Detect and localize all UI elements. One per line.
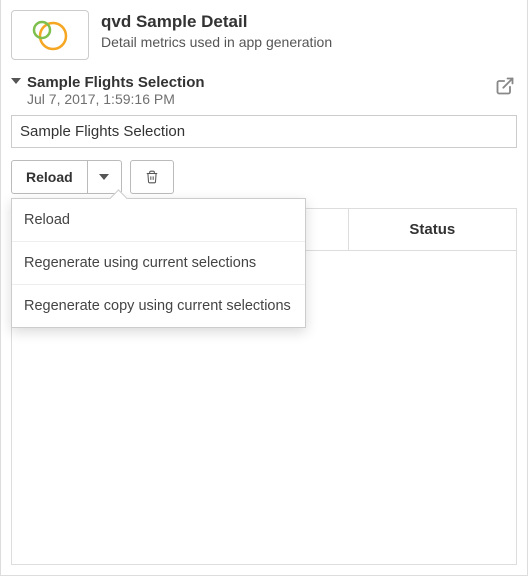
selection-title: Sample Flights Selection — [27, 74, 205, 91]
reload-button[interactable]: Reload — [11, 160, 88, 194]
reload-button-group: Reload — [11, 160, 122, 194]
app-subtitle: Detail metrics used in app generation — [101, 34, 332, 50]
selection-date: Jul 7, 2017, 1:59:16 PM — [27, 91, 205, 107]
delete-button[interactable] — [130, 160, 174, 194]
dropdown-item-regenerate[interactable]: Regenerate using current selections — [12, 242, 305, 285]
open-external-button[interactable] — [493, 74, 517, 103]
app-thumb — [11, 10, 89, 60]
dropdown-item-reload[interactable]: Reload — [12, 199, 305, 242]
chevron-down-icon — [99, 174, 109, 180]
dropdown-item-regenerate-copy[interactable]: Regenerate copy using current selections — [12, 285, 305, 327]
collapse-toggle-icon[interactable] — [11, 78, 21, 84]
trash-icon — [145, 168, 159, 186]
external-link-icon — [495, 76, 515, 96]
table-col-status: Status — [349, 209, 516, 250]
app-title: qvd Sample Detail — [101, 12, 332, 32]
reload-dropdown-toggle[interactable] — [88, 160, 122, 194]
reload-dropdown-menu: Reload Regenerate using current selectio… — [11, 198, 306, 328]
app-name-input[interactable] — [11, 115, 517, 148]
app-header: qvd Sample Detail Detail metrics used in… — [11, 10, 517, 60]
rings-icon — [29, 18, 71, 52]
